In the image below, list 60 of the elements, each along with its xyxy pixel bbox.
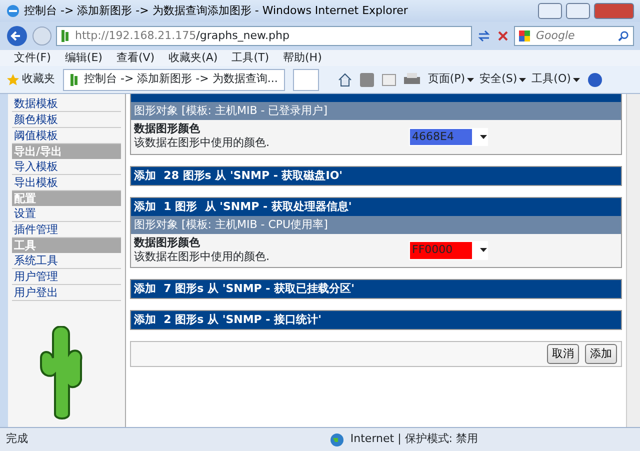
sidebar-header: 工具 (12, 238, 121, 253)
security-zone: Internet | 保护模式: 禁用 (350, 431, 478, 448)
maximize-button[interactable] (566, 3, 590, 19)
new-tab-button[interactable] (292, 68, 319, 90)
toolbar-menu[interactable]: 工具(O) (532, 71, 571, 88)
sidebar-link[interactable]: 系统工具 (12, 253, 121, 269)
stop-icon[interactable] (496, 29, 510, 43)
back-icon[interactable] (6, 25, 28, 47)
print-icon[interactable] (404, 72, 420, 86)
globe-icon (330, 432, 344, 446)
mail-icon[interactable] (382, 74, 396, 86)
menu-item[interactable]: 查看(V) (116, 50, 155, 66)
menu-item[interactable]: 帮助(H) (283, 50, 322, 66)
caret-icon (572, 78, 580, 82)
status-text: 完成 (6, 431, 28, 448)
toolbar-menu[interactable]: 页面(P) (428, 71, 466, 88)
form-button[interactable]: 取消 (547, 344, 579, 364)
refresh-icon[interactable] (476, 28, 492, 44)
home-icon[interactable] (338, 72, 352, 86)
menu-item[interactable]: 文件(F) (14, 50, 51, 66)
section-heading: 添加 1 图形 从 'SNMP - 获取处理器信息' (131, 198, 621, 216)
menu-item[interactable]: 收藏夹(A) (168, 50, 218, 66)
sidebar-link[interactable]: 用户管理 (12, 269, 121, 285)
sidebar-link[interactable]: 设置 (12, 206, 121, 222)
search-provider-icon (519, 30, 530, 42)
section-heading: 添加 7 图形s 从 'SNMP - 获取已挂载分区' (131, 280, 621, 298)
menu-item[interactable]: 工具(T) (232, 50, 269, 66)
sidebar-link[interactable]: 用户登出 (12, 285, 121, 301)
caret-icon (480, 134, 487, 139)
site-icon (70, 72, 80, 86)
search-icon[interactable] (618, 30, 629, 42)
minimize-button[interactable] (538, 3, 562, 19)
browser-tab[interactable]: 控制台 -> 添加新图形 -> 为数据查询... (63, 68, 285, 90)
color-select[interactable]: FF0000 (409, 241, 488, 260)
address-field[interactable]: http://192.168.21.175/graphs_new.php (56, 26, 472, 46)
sidebar-link[interactable]: 导入模板 (12, 159, 121, 175)
window-title: 控制台 -> 添加新图形 -> 为数据查询添加图形 - Windows Internet Explorer (24, 2, 408, 19)
object-title: 图形对象 [模板: 主机MIB - 已登录用户] (131, 102, 621, 120)
menu-item[interactable]: 编辑(E) (64, 50, 102, 66)
caret-icon (519, 78, 526, 82)
object-title: 图形对象 [模板: 主机MIB - CPU使用率] (131, 216, 621, 234)
sidebar-link[interactable]: 颜色模板 (12, 112, 121, 128)
toolbar-menu[interactable]: 安全(S) (480, 71, 518, 88)
sidebar-link[interactable]: 数据模板 (12, 96, 121, 112)
caret-icon (480, 248, 487, 252)
sidebar-header: 导出/导出 (12, 144, 121, 159)
site-icon (61, 29, 71, 43)
field-description: 该数据在图形中使用的颜色. (134, 248, 270, 264)
section-heading: 添加 28 图形s 从 'SNMP - 获取磁盘IO' (131, 166, 621, 184)
field-description: 该数据在图形中使用的颜色. (134, 135, 270, 151)
field-label: 数据图形颜色 (134, 236, 201, 248)
star-icon[interactable] (6, 72, 20, 86)
sidebar-header: 配置 (12, 191, 121, 206)
favorites-button[interactable]: 收藏夹 (22, 71, 55, 88)
scrollbar[interactable] (626, 94, 640, 427)
caret-icon (467, 78, 474, 82)
field-label: 数据图形颜色 (134, 122, 201, 135)
search-box[interactable]: Google (514, 26, 634, 46)
form-button[interactable]: 添加 (585, 344, 617, 364)
section-heading: 添加 2 图形s 从 'SNMP - 接口统计' (131, 311, 621, 329)
